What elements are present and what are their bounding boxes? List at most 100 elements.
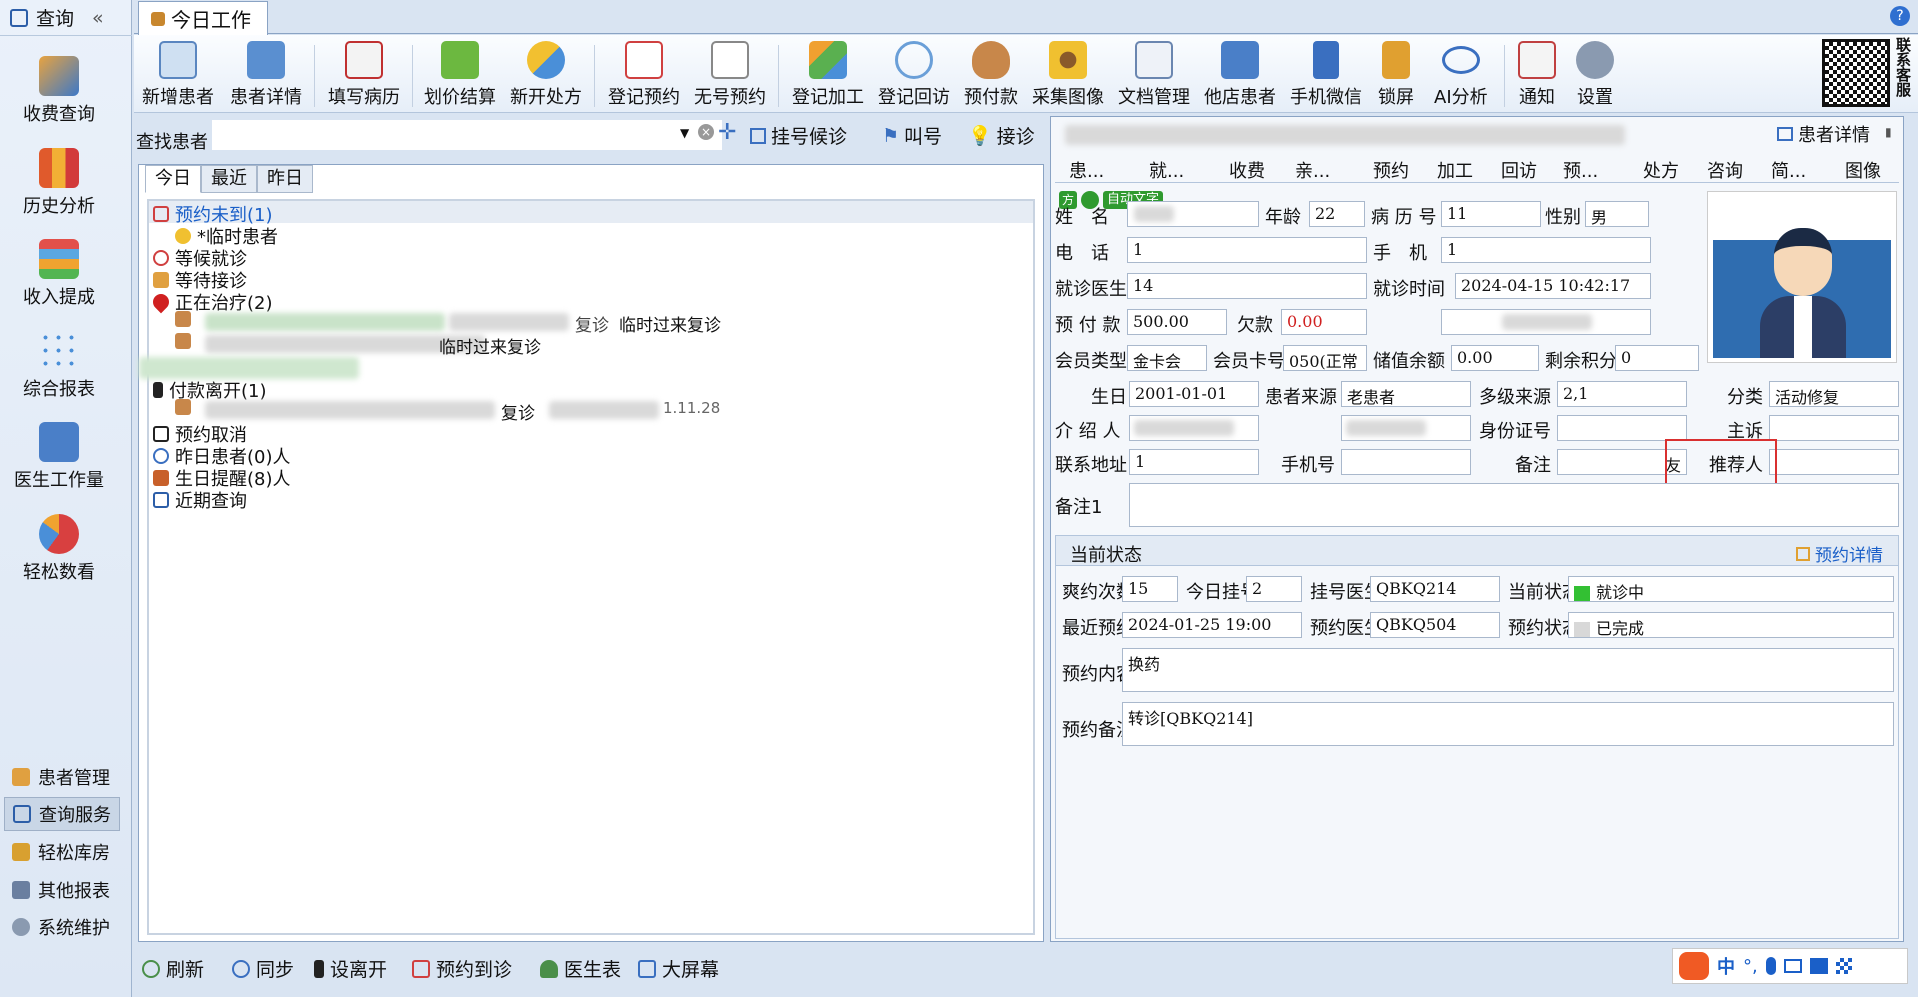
source-field[interactable]: 老患者 (1341, 381, 1471, 407)
checkout-button[interactable]: 划价结算 (424, 41, 496, 109)
reg-doctor-field[interactable]: QBKQ214 (1370, 576, 1500, 602)
referrer-field[interactable] (1769, 449, 1899, 475)
nav-report[interactable]: 综合报表 (0, 331, 118, 401)
nav-other-report[interactable]: 其他报表 (4, 873, 120, 907)
qr-code-icon[interactable] (1822, 39, 1890, 107)
document-mgmt-button[interactable]: 文档管理 (1118, 41, 1190, 109)
subtab-today[interactable]: 今日 (145, 165, 201, 193)
phone-field[interactable]: 1 (1127, 237, 1367, 263)
register-revisit-button[interactable]: 登记回访 (878, 41, 950, 109)
notify-button[interactable]: 通知 (1518, 41, 1556, 109)
tree-item-recent-query[interactable]: 近期查询 (153, 487, 247, 513)
help-icon[interactable]: ? (1890, 6, 1910, 26)
tab-consult[interactable]: 咨询 (1707, 157, 1743, 183)
patient-detail-button[interactable]: 患者详情 (230, 41, 302, 109)
new-prescription-button[interactable]: 新开处方 (510, 41, 582, 109)
mobile-wechat-button[interactable]: 手机微信 (1290, 41, 1362, 109)
visit-time-field[interactable]: 2024-04-15 10:42:17 (1455, 273, 1651, 299)
write-record-button[interactable]: 填写病历 (328, 41, 400, 109)
nav-storage[interactable]: 轻松库房 (4, 835, 120, 869)
big-screen-button[interactable]: 大屏幕 (638, 955, 719, 982)
call-number-button[interactable]: ⚑ 叫号 (882, 122, 942, 149)
card-field[interactable]: 050(正常 (1283, 345, 1367, 371)
lock-screen-button[interactable]: 锁屏 (1378, 41, 1414, 109)
skin-icon[interactable] (1809, 958, 1828, 974)
new-patient-button[interactable]: 新增患者 (142, 41, 214, 109)
subtab-recent[interactable]: 最近 (201, 165, 257, 193)
debt-field[interactable]: 0.00 (1281, 309, 1367, 335)
patient-detail-title-button[interactable]: 患者详情 (1777, 121, 1870, 147)
nav-system[interactable]: 系统维护 (4, 910, 120, 944)
ime-lang[interactable]: 中 (1717, 953, 1735, 979)
ai-analysis-button[interactable]: AI分析 (1434, 41, 1488, 109)
extra-field[interactable] (1441, 309, 1651, 335)
multi-source-field[interactable]: 2,1 (1557, 381, 1687, 407)
prepayment-button[interactable]: 预付款 (964, 41, 1018, 109)
idcard-field[interactable] (1557, 415, 1687, 441)
intro-extra-field[interactable] (1341, 415, 1471, 441)
nav-query-service[interactable]: 查询服务 (4, 797, 120, 831)
nav-history-analysis[interactable]: 历史分析 (0, 148, 118, 218)
current-status-field[interactable]: 就诊中 (1568, 576, 1894, 602)
receive-button[interactable]: 💡 接诊 (968, 122, 1035, 149)
dropdown-arrow-icon[interactable]: ▼ (680, 126, 689, 140)
register-wait-button[interactable]: 挂号候诊 (750, 122, 847, 149)
doctor-table-button[interactable]: 医生表 (540, 955, 621, 982)
tab-visit[interactable]: 就... (1149, 157, 1184, 183)
points-field[interactable]: 0 (1615, 345, 1699, 371)
nav-fee-query[interactable]: 收费查询 (0, 56, 118, 126)
balance-field[interactable]: 0.00 (1451, 345, 1539, 371)
tab-brief[interactable]: 简... (1771, 157, 1806, 183)
name-field[interactable] (1127, 201, 1259, 227)
tab-processing[interactable]: 加工 (1437, 157, 1473, 183)
tab-relative[interactable]: 亲... (1295, 157, 1330, 183)
appt-content-field[interactable]: 换药 (1122, 648, 1894, 692)
clear-icon[interactable]: × (698, 124, 714, 140)
intro-field[interactable] (1129, 415, 1259, 441)
nav-income[interactable]: 收入提成 (0, 239, 118, 309)
mic-icon[interactable] (1765, 957, 1776, 975)
tab-today-work[interactable]: 今日工作 (138, 1, 268, 35)
grid-menu-icon[interactable] (1835, 958, 1852, 974)
doctor-field[interactable]: 14 (1127, 273, 1367, 299)
no-number-appointment-button[interactable]: 无号预约 (694, 41, 766, 109)
list-item[interactable] (175, 333, 191, 349)
address-field[interactable]: 1 (1129, 449, 1259, 475)
tab-appointment[interactable]: 预约 (1373, 157, 1409, 183)
miss-field[interactable]: 15 (1122, 576, 1178, 602)
add-icon[interactable]: ✛ (718, 120, 736, 145)
tree-item-treating[interactable]: 正在治疗(2) (149, 289, 273, 315)
tab-prepay[interactable]: 预... (1563, 157, 1598, 183)
subtab-yesterday[interactable]: 昨日 (257, 165, 313, 193)
contact-service-label[interactable]: 联系客服 (1894, 37, 1912, 97)
appointment-detail-link[interactable]: 预约详情 (1796, 541, 1883, 566)
register-appointment-button[interactable]: 登记预约 (608, 41, 680, 109)
ime-toolbar[interactable]: 中 °, (1672, 948, 1908, 984)
record-field[interactable]: 11 (1441, 201, 1541, 227)
capture-image-button[interactable]: 采集图像 (1032, 41, 1104, 109)
age-field[interactable]: 22 (1309, 201, 1365, 227)
appt-state-field[interactable]: 已完成 (1568, 612, 1894, 638)
appt-remark-field[interactable]: 转诊[QBKQ214] (1122, 702, 1894, 746)
tab-image[interactable]: 图像 (1845, 157, 1881, 183)
today-reg-field[interactable]: 2 (1246, 576, 1302, 602)
birth-field[interactable]: 2001-01-01 (1129, 381, 1259, 407)
refresh-button[interactable]: 刷新 (142, 955, 204, 982)
mobile-field[interactable]: 1 (1441, 237, 1651, 263)
set-leave-button[interactable]: 设离开 (314, 955, 387, 982)
complaint-field[interactable] (1769, 415, 1899, 441)
list-item[interactable] (175, 399, 191, 415)
tab-fee[interactable]: 收费 (1229, 157, 1265, 183)
search-input[interactable] (212, 120, 722, 150)
keyboard-icon[interactable] (1783, 959, 1802, 973)
appointment-arrival-button[interactable]: 预约到诊 (412, 955, 512, 982)
register-processing-button[interactable]: 登记加工 (792, 41, 864, 109)
nav-header[interactable]: 查询 « (0, 0, 132, 36)
tab-patient[interactable]: 患... (1069, 157, 1104, 183)
mobile2-field[interactable] (1341, 449, 1471, 475)
last-appt-field[interactable]: 2024-01-25 19:00 (1122, 612, 1302, 638)
nav-doctor-workload[interactable]: 医生工作量 (0, 422, 118, 492)
tab-prescription[interactable]: 处方 (1643, 157, 1679, 183)
nav-patient-mgmt[interactable]: 患者管理 (4, 760, 120, 794)
tab-revisit[interactable]: 回访 (1501, 157, 1537, 183)
